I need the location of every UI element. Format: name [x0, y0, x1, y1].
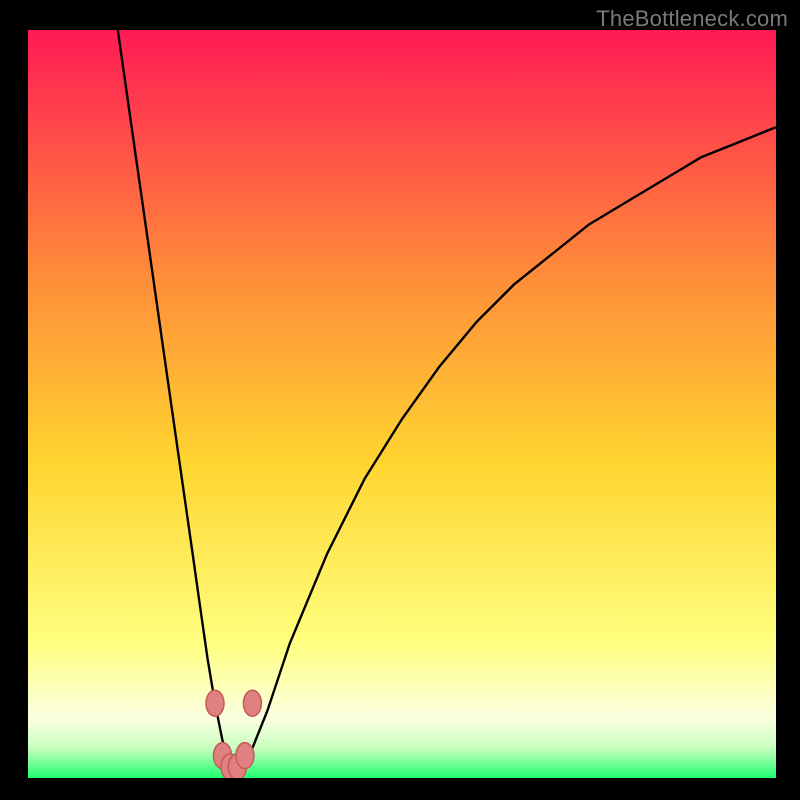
curve-marker — [236, 743, 254, 769]
gradient-background — [28, 30, 776, 778]
plot-svg — [28, 30, 776, 778]
curve-marker — [206, 690, 224, 716]
chart-frame: TheBottleneck.com — [0, 0, 800, 800]
plot-area — [28, 30, 776, 778]
watermark-text: TheBottleneck.com — [596, 6, 788, 32]
curve-marker — [243, 690, 261, 716]
